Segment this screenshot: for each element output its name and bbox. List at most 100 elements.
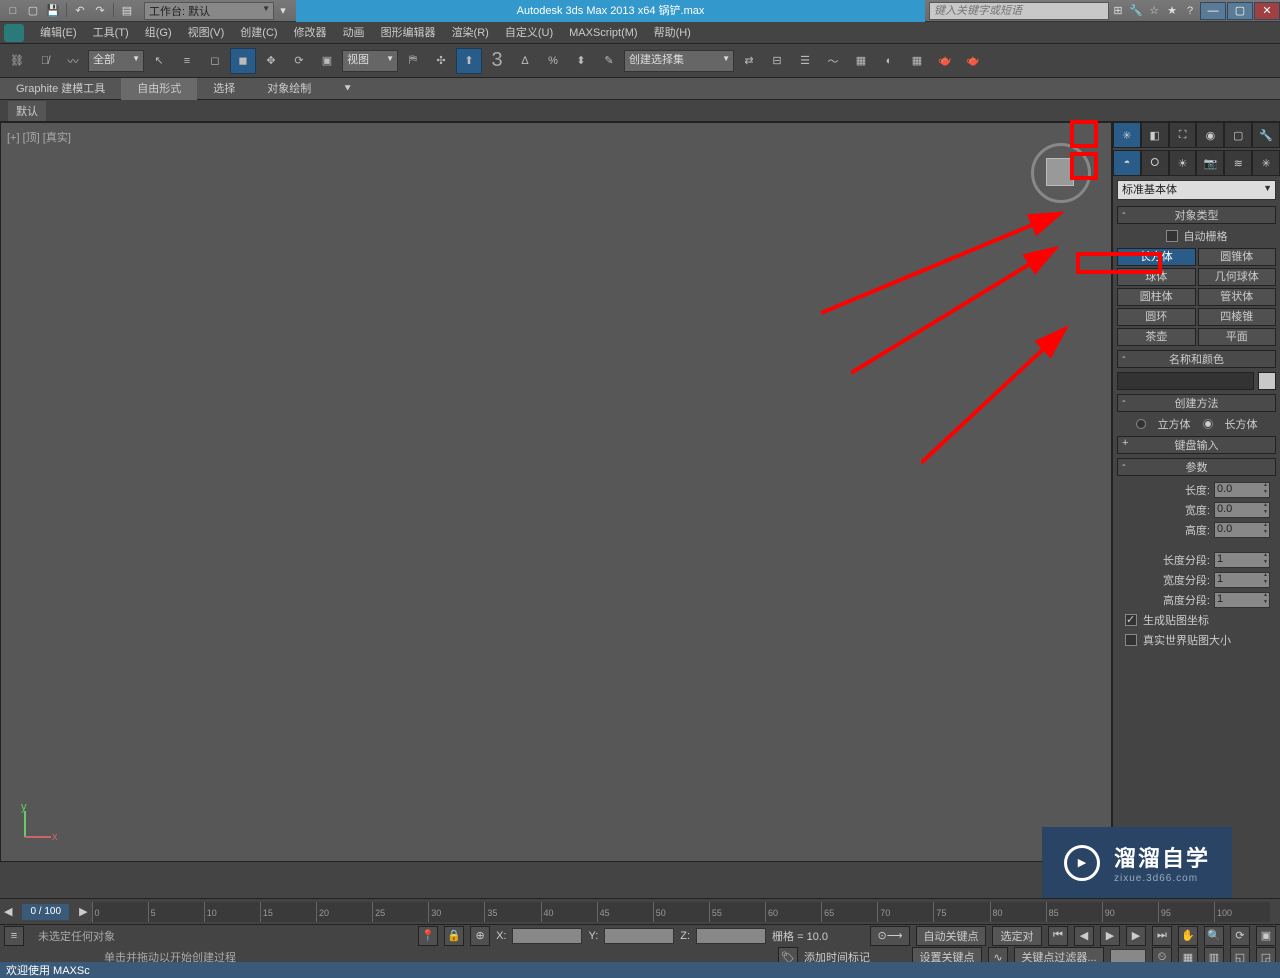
menu-maxscript[interactable]: MAXScript(M) [561, 23, 645, 43]
lseg-spinner[interactable]: 1 [1214, 552, 1270, 568]
coord-sys-dropdown[interactable]: 视图 [342, 50, 398, 72]
btn-tube[interactable]: 管状体 [1198, 288, 1277, 306]
open-icon[interactable]: ▢ [24, 3, 42, 19]
btn-pyramid[interactable]: 四棱锥 [1198, 308, 1277, 326]
search-input[interactable] [929, 2, 1109, 20]
key-icon[interactable]: 🔧 [1127, 3, 1145, 19]
workspace-extra-icon[interactable]: ▾ [274, 3, 292, 19]
btn-box[interactable]: 长方体 [1117, 248, 1196, 266]
manip-icon[interactable]: ✣ [428, 48, 454, 74]
rollout-params[interactable]: 参数 [1117, 458, 1276, 476]
help-icon[interactable]: ? [1181, 3, 1199, 19]
schematic-icon[interactable]: ▦ [848, 48, 874, 74]
viewport[interactable]: [+] [顶] [真实] y x [0, 122, 1112, 862]
select-icon[interactable]: ↖ [146, 48, 172, 74]
object-name-input[interactable] [1117, 372, 1254, 390]
ribbon-tab-paint[interactable]: 对象绘制 [251, 78, 327, 100]
autokey-button[interactable]: 自动关键点 [916, 926, 986, 946]
ribbon-tab-freeform[interactable]: 自由形式 [121, 78, 197, 100]
selected-only-button[interactable]: 选定对 [992, 926, 1042, 946]
btn-torus[interactable]: 圆环 [1117, 308, 1196, 326]
cmd-tab-create[interactable]: ✳ [1113, 122, 1141, 148]
cmd-tab-motion[interactable]: ◉ [1196, 122, 1224, 148]
btn-cone[interactable]: 圆锥体 [1198, 248, 1277, 266]
cmd-tab-modify[interactable]: ◧ [1141, 122, 1169, 148]
timeline-arrow-right[interactable]: ▶ [75, 905, 91, 918]
key-icon-status[interactable]: ⊙⟶ [870, 926, 910, 946]
layer-icon[interactable]: ☰ [792, 48, 818, 74]
viewport-label[interactable]: [+] [顶] [真实] [7, 129, 71, 145]
gen-uv-checkbox[interactable] [1125, 614, 1137, 626]
length-spinner[interactable]: 0.0 [1214, 482, 1270, 498]
editsel-icon[interactable]: ✎ [596, 48, 622, 74]
time-ruler[interactable]: 0510152025303540455055606570758085909510… [92, 902, 1270, 922]
play-prev-icon[interactable]: ◀ [1074, 926, 1094, 946]
menu-grapheditor[interactable]: 图形编辑器 [373, 23, 444, 43]
snap3-icon[interactable]: 3 [484, 48, 510, 74]
snap-spinner-icon[interactable]: ⬍ [568, 48, 594, 74]
rollout-create-method[interactable]: 创建方法 [1117, 394, 1276, 412]
play-end-icon[interactable]: ⏭ [1152, 926, 1172, 946]
lock2-icon[interactable]: 🔒 [444, 926, 464, 946]
menu-group[interactable]: 组(G) [137, 23, 180, 43]
btn-teapot[interactable]: 茶壶 [1117, 328, 1196, 346]
real-uv-checkbox[interactable] [1125, 634, 1137, 646]
lock-icon[interactable]: 📍 [418, 926, 438, 946]
rollout-object-type[interactable]: 对象类型 [1117, 206, 1276, 224]
nav-zoom-icon[interactable]: 🔍 [1204, 926, 1224, 946]
menu-anim[interactable]: 动画 [335, 23, 373, 43]
scale-icon[interactable]: ▣ [314, 48, 340, 74]
ribbon-tab-select[interactable]: 选择 [197, 78, 251, 100]
move-icon[interactable]: ✥ [258, 48, 284, 74]
select-rect-icon[interactable]: ◻ [202, 48, 228, 74]
select-name-icon[interactable]: ≡ [174, 48, 200, 74]
view-cube[interactable] [1031, 143, 1091, 203]
snap-pct-icon[interactable]: % [540, 48, 566, 74]
render-icon[interactable]: 🫖 [960, 48, 986, 74]
play-start-icon[interactable]: ⏮ [1048, 926, 1068, 946]
pivot-icon[interactable]: ⛿ [400, 48, 426, 74]
btn-plane[interactable]: 平面 [1198, 328, 1277, 346]
subtab-geometry[interactable]: ◓ [1113, 150, 1141, 176]
menu-custom[interactable]: 自定义(U) [497, 23, 561, 43]
radio-cube[interactable] [1136, 419, 1146, 429]
menu-render[interactable]: 渲染(R) [444, 23, 497, 43]
cmd-tab-utilities[interactable]: 🔧 [1252, 122, 1280, 148]
hseg-spinner[interactable]: 1 [1214, 592, 1270, 608]
x-input[interactable] [512, 928, 582, 944]
select-window-icon[interactable]: ◼ [230, 48, 256, 74]
save-icon[interactable]: 💾 [44, 3, 62, 19]
z-input[interactable] [696, 928, 766, 944]
width-spinner[interactable]: 0.0 [1214, 502, 1270, 518]
maximize-button[interactable]: ▢ [1227, 2, 1253, 20]
cmd-tab-display[interactable]: ▢ [1224, 122, 1252, 148]
play-next-icon[interactable]: ▶ [1126, 926, 1146, 946]
rotate-icon[interactable]: ⟳ [286, 48, 312, 74]
ribbon-expand-icon[interactable]: ⯆ [327, 78, 368, 100]
wseg-spinner[interactable]: 1 [1214, 572, 1270, 588]
cmd-tab-hierarchy[interactable]: ⛶ [1169, 122, 1197, 148]
nav-orbit-icon[interactable]: ⟳ [1230, 926, 1250, 946]
close-button[interactable]: ✕ [1254, 2, 1280, 20]
redo-icon[interactable]: ↷ [91, 3, 109, 19]
render-frame-icon[interactable]: 🫖 [932, 48, 958, 74]
btn-cylinder[interactable]: 圆柱体 [1117, 288, 1196, 306]
primitive-dropdown[interactable]: 标准基本体 [1117, 180, 1276, 200]
star-icon[interactable]: ☆ [1145, 3, 1163, 19]
menu-help[interactable]: 帮助(H) [646, 23, 699, 43]
align-icon[interactable]: ⊟ [764, 48, 790, 74]
xyz-icon[interactable]: ⊕ [470, 926, 490, 946]
mirror-icon[interactable]: ⇄ [736, 48, 762, 74]
fav-icon[interactable]: ★ [1163, 3, 1181, 19]
subtab-spacewarps[interactable]: ✳ [1252, 150, 1280, 176]
height-spinner[interactable]: 0.0 [1214, 522, 1270, 538]
script-icon[interactable]: ≡ [4, 926, 24, 946]
rollout-keyboard[interactable]: 键盘输入 [1117, 436, 1276, 454]
nav-max-icon[interactable]: ▣ [1256, 926, 1276, 946]
material-editor-icon[interactable]: ◐ [876, 48, 902, 74]
y-input[interactable] [604, 928, 674, 944]
new-icon[interactable]: □ [4, 3, 22, 19]
timeline-arrow-left[interactable]: ◀ [0, 905, 16, 918]
subtab-shapes[interactable]: ⭘ [1141, 150, 1169, 176]
curve-editor-icon[interactable]: 〜 [820, 48, 846, 74]
